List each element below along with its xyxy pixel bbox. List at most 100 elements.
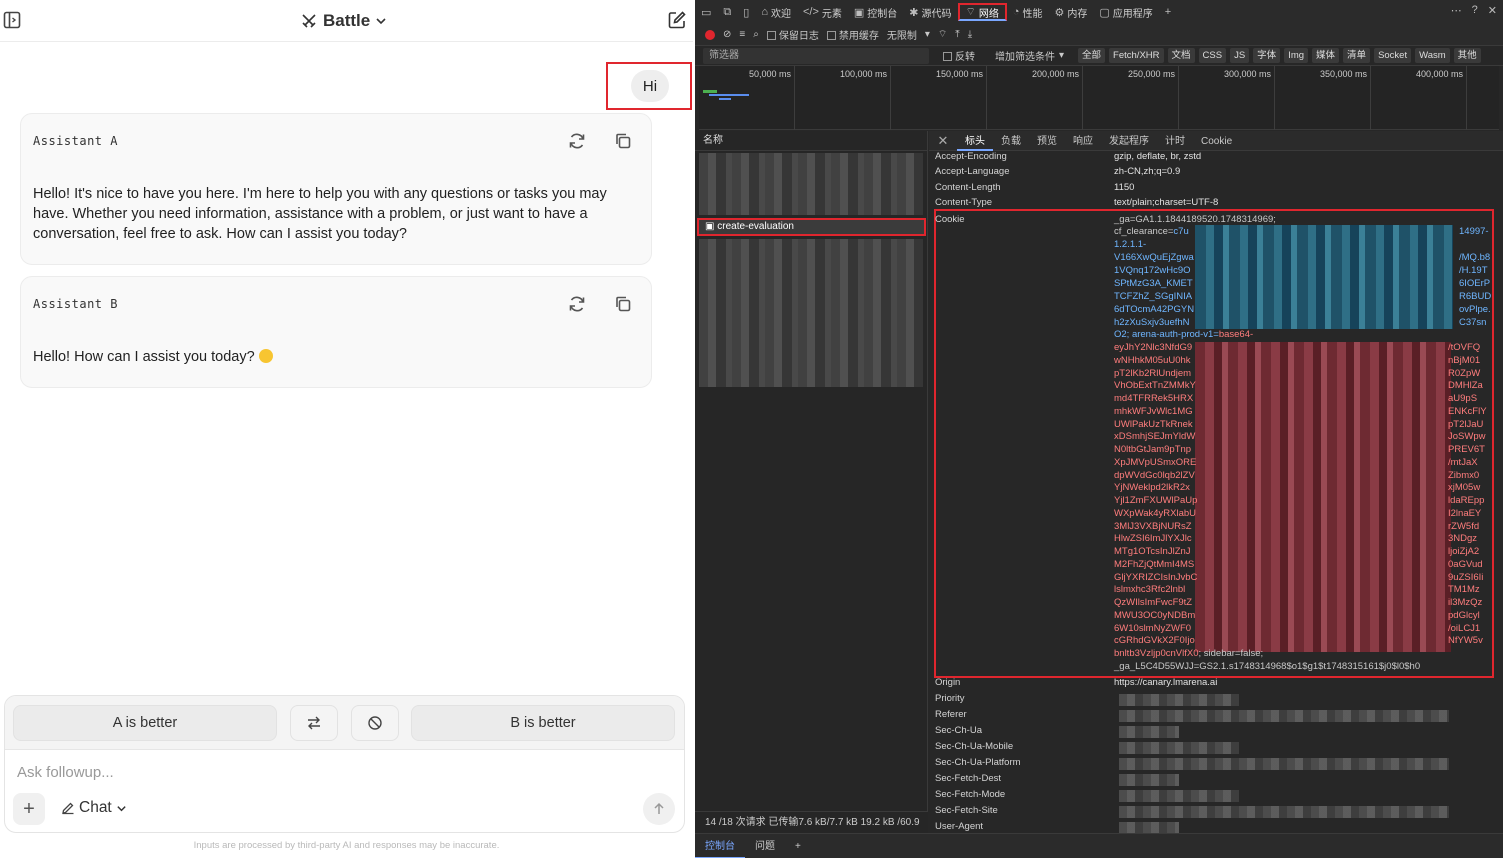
filter-input[interactable]: 筛选器 [703, 47, 929, 64]
a-is-better-button[interactable]: A is better [13, 705, 277, 741]
preserve-log-checkbox[interactable]: 保留日志 [766, 27, 819, 42]
inspect-icon[interactable]: ⧉ [717, 0, 737, 24]
chat-mode-dropdown[interactable]: Chat [61, 799, 127, 817]
cookie-value: WXpWak4yRXlabU [1114, 507, 1197, 519]
tab-elements[interactable]: </> 元素 [797, 0, 848, 24]
filter-chip[interactable]: CSS [1198, 48, 1227, 63]
filter-chip[interactable]: Img [1284, 48, 1309, 63]
cookie-value: VhObExtTnZMMkY [1114, 380, 1196, 392]
filter-chip[interactable]: Fetch/XHR [1109, 48, 1164, 63]
record-icon[interactable] [705, 29, 715, 40]
cookie-value: DMHlZa [1448, 380, 1483, 392]
cookie-value: ljoiZjA2 [1448, 546, 1480, 557]
chat-header: Battle [0, 0, 693, 42]
cookie-value: 6dTOcmA42PGYN [1114, 304, 1195, 315]
sidebar-toggle-icon[interactable] [3, 11, 21, 29]
header-row: Priority [935, 693, 965, 704]
tab-payload[interactable]: 负载 [993, 131, 1029, 151]
redacted-header-value [1119, 742, 1239, 754]
tab-application[interactable]: ▢ 应用程序 [1093, 0, 1158, 24]
regenerate-icon[interactable] [567, 131, 587, 151]
tab-response[interactable]: 响应 [1065, 131, 1101, 151]
filter-chip[interactable]: 其他 [1453, 48, 1481, 63]
cookie-value: eyJhY2Nlc3NfdG9 [1114, 342, 1193, 353]
tab-initiator[interactable]: 发起程序 [1101, 131, 1157, 151]
search-icon[interactable]: ⌕ [753, 29, 759, 40]
dock-icon[interactable]: ▯ [737, 0, 755, 24]
tab-welcome[interactable]: ⌂ 欢迎 [755, 0, 797, 24]
help-icon[interactable]: ? [1472, 4, 1478, 17]
network-conditions-icon[interactable]: ⌔ [938, 28, 947, 41]
clear-icon[interactable]: ⊘ [723, 29, 731, 40]
timeline-tick: 200,000 ms [1032, 66, 1083, 130]
drawer-tab-console[interactable]: 控制台 [695, 834, 745, 858]
disable-cache-checkbox[interactable]: 禁用缓存 [826, 27, 879, 42]
copy-icon[interactable] [613, 294, 633, 314]
cookie-value: ovPlpe. [1459, 304, 1491, 315]
tab-preview[interactable]: 预览 [1029, 131, 1065, 151]
smile-emoji-icon [258, 349, 273, 363]
devtools-window-controls: ⋯ ? ✕ [1451, 4, 1497, 17]
cookie-value: V166XwQuEjZgwa [1114, 252, 1194, 263]
filter-chip[interactable]: Socket [1374, 48, 1412, 63]
close-icon[interactable]: ✕ [929, 133, 957, 149]
cookie-value: rZW5fd [1448, 520, 1480, 532]
followup-input[interactable]: Ask followup... [17, 764, 114, 781]
tab-console[interactable]: ▣ 控制台 [848, 0, 903, 24]
redacted-header-value [1119, 694, 1239, 706]
send-button[interactable] [643, 793, 675, 825]
cookie-value: /mtJaX [1448, 456, 1478, 468]
cookie-value: nBjM01 [1448, 354, 1481, 366]
filter-chip[interactable]: 媒体 [1312, 48, 1340, 63]
mode-selector[interactable]: Battle [300, 10, 387, 32]
request-list-header[interactable]: 名称 [695, 131, 927, 151]
upload-icon[interactable]: ⤒ [955, 29, 959, 40]
filter-toggle-icon[interactable]: ≡ [739, 29, 745, 40]
tie-button[interactable] [290, 705, 338, 741]
add-tab-icon[interactable]: + [1159, 0, 1177, 24]
network-timeline[interactable]: 50,000 ms 100,000 ms 150,000 ms 200,000 … [699, 66, 1499, 130]
cookie-value: /oiLCJ1 [1448, 622, 1481, 634]
filter-chip[interactable]: 字体 [1253, 48, 1281, 63]
drawer-tab-issues[interactable]: 问题 [745, 834, 785, 858]
filter-chip[interactable]: 文档 [1167, 48, 1195, 63]
filter-chip[interactable]: JS [1230, 48, 1250, 63]
tab-network[interactable]: ⌔ 网络 [957, 3, 1007, 21]
b-is-better-button[interactable]: B is better [411, 705, 675, 741]
tab-performance[interactable]: ◔ 性能 [1007, 0, 1049, 24]
tab-headers[interactable]: 标头 [957, 131, 993, 151]
home-icon: ⌂ [761, 6, 768, 18]
filter-chip[interactable]: Wasm [1415, 48, 1450, 63]
download-icon[interactable]: ⤓ [968, 29, 972, 40]
more-filters-dropdown[interactable]: 增加筛选条件 [995, 48, 1055, 63]
regenerate-icon[interactable] [567, 294, 587, 314]
timeline-tick: 400,000 ms [1416, 66, 1467, 130]
throttle-select[interactable]: 无限制 [887, 27, 917, 42]
invert-checkbox[interactable]: 反转 [943, 48, 975, 63]
filter-chip[interactable]: 清单 [1343, 48, 1371, 63]
cookie-value: NfYW5v [1448, 635, 1483, 647]
device-toolbar-icon[interactable]: ▭ [695, 0, 717, 24]
tab-cookies[interactable]: Cookie [1193, 131, 1240, 151]
disclaimer-text: Inputs are processed by third-party AI a… [193, 840, 500, 851]
filter-chip[interactable]: 全部 [1078, 48, 1106, 63]
both-bad-button[interactable] [351, 705, 399, 741]
cookie-value: 3MlJ3VXBjNURsZ [1114, 520, 1192, 532]
request-summary: 14 /18 次请求 已传输7.6 kB/7.7 kB 19.2 kB /60.… [695, 811, 928, 833]
new-chat-icon[interactable] [667, 10, 687, 30]
vote-bar: A is better B is better [5, 696, 684, 750]
assistant-b-message: Hello! How can I assist you today? [33, 349, 255, 365]
attach-button[interactable]: + [13, 793, 45, 825]
copy-icon[interactable] [613, 131, 633, 151]
request-row-create-evaluation[interactable]: ▣ create-evaluation [697, 218, 926, 236]
tab-timing[interactable]: 计时 [1157, 131, 1193, 151]
tab-sources[interactable]: ✱ 源代码 [903, 0, 957, 24]
more-icon[interactable]: ⋯ [1451, 4, 1462, 17]
add-drawer-tab-icon[interactable]: + [785, 834, 811, 858]
network-toolbar: ⊘ ≡ ⌕ 保留日志 禁用缓存 无限制 ▾ ⌔ ⤒ ⤓ [695, 24, 1503, 46]
redacted-requests [699, 153, 923, 215]
chevron-down-icon: ▾ [924, 29, 930, 40]
tab-memory[interactable]: ⚙ 内存 [1049, 0, 1094, 24]
redacted-cookie-block [1195, 225, 1453, 329]
close-icon[interactable]: ✕ [1488, 4, 1497, 17]
